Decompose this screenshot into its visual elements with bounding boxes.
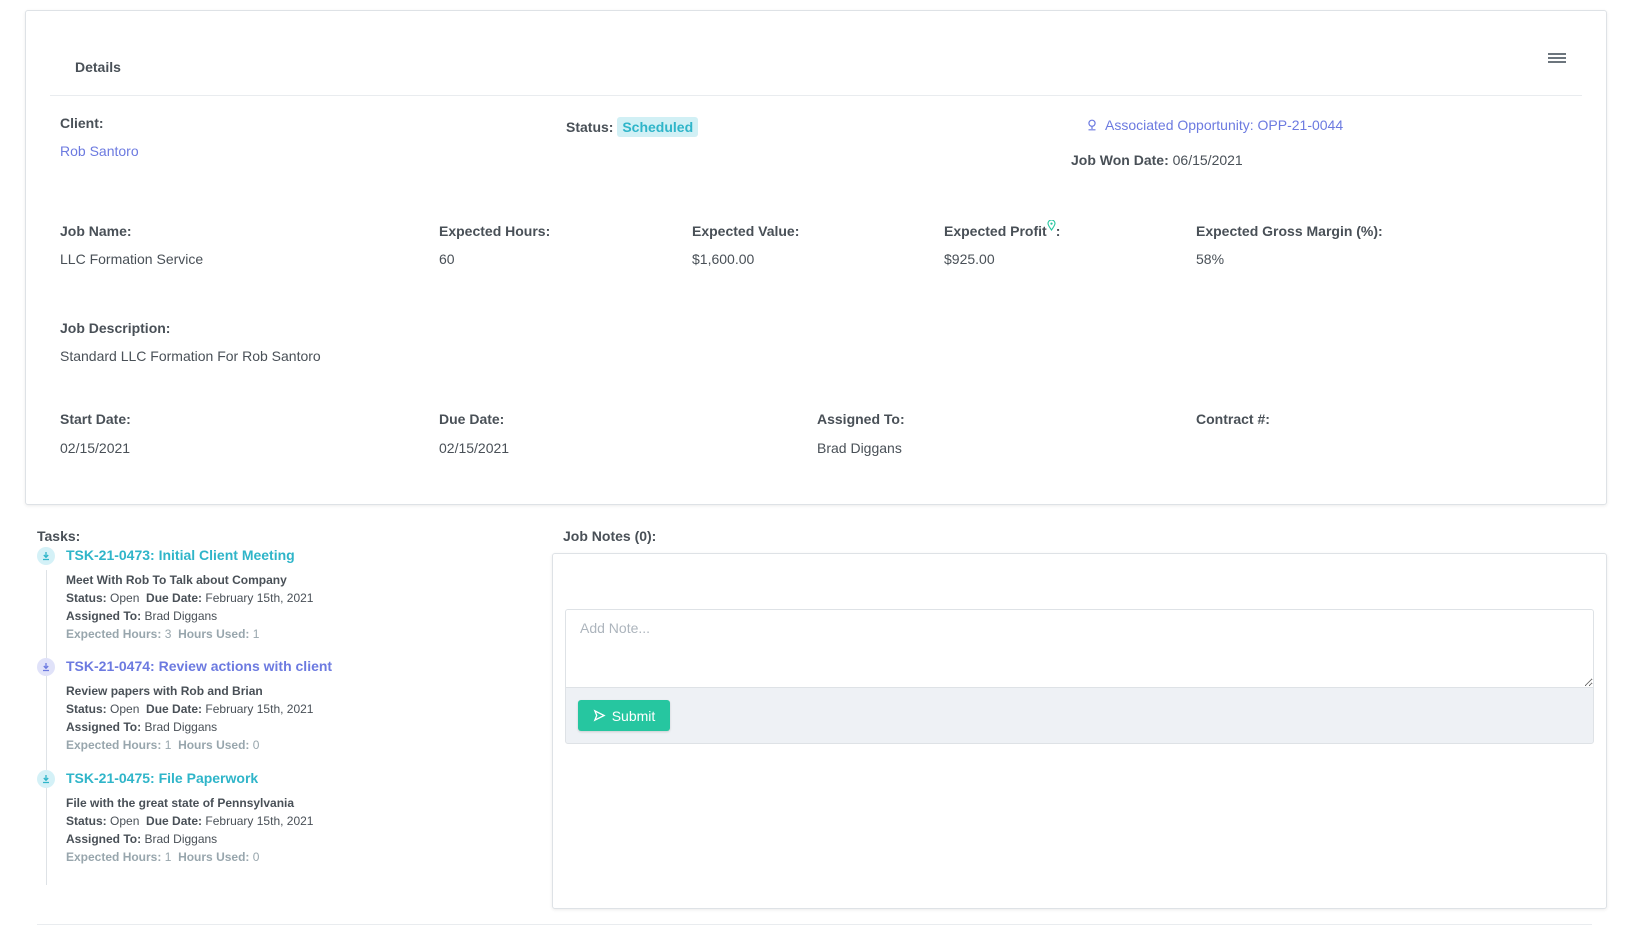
tasks-title: Tasks:: [37, 528, 81, 544]
expected-hours-label: Expected Hours:: [439, 223, 551, 239]
job-name-label: Job Name:: [60, 223, 132, 239]
task-assigned-line: Assigned To: Brad Diggans: [66, 832, 218, 846]
task-hours-line: Expected Hours: 3 Hours Used: 1: [66, 627, 260, 641]
task-hours-line: Expected Hours: 1 Hours Used: 0: [66, 850, 260, 864]
task-assigned-line: Assigned To: Brad Diggans: [66, 720, 218, 734]
details-title: Details: [75, 59, 121, 75]
start-date-value: 02/15/2021: [60, 440, 131, 456]
status-label: Status:: [566, 119, 614, 135]
due-date-label: Due Date:: [439, 411, 505, 427]
add-note-input[interactable]: [566, 610, 1593, 688]
associated-opportunity-label: Associated Opportunity: OPP-21-0044: [1105, 117, 1344, 133]
job-won-label: Job Won Date:: [1071, 152, 1169, 168]
download-icon[interactable]: [37, 547, 55, 565]
job-name-value: LLC Formation Service: [60, 251, 204, 267]
associated-opportunity-link[interactable]: Associated Opportunity: OPP-21-0044: [1085, 117, 1343, 133]
task-description: File with the great state of Pennsylvani…: [66, 796, 295, 810]
task-timeline: [46, 570, 47, 885]
task-status-line: Status: Open Due Date: February 15th, 20…: [66, 702, 314, 716]
note-form: Submit: [565, 609, 1594, 744]
hamburger-menu-icon[interactable]: [1548, 51, 1566, 67]
download-icon[interactable]: [37, 770, 55, 788]
task-title-link[interactable]: TSK-21-0474: Review actions with client: [66, 658, 332, 674]
job-notes-card: Submit: [552, 553, 1607, 909]
gross-margin-label: Expected Gross Margin (%):: [1196, 223, 1383, 239]
task-description: Review papers with Rob and Brian: [66, 684, 263, 698]
status-badge: Scheduled: [617, 117, 699, 137]
download-icon[interactable]: [37, 658, 55, 676]
job-description-value: Standard LLC Formation For Rob Santoro: [60, 348, 321, 364]
client-link[interactable]: Rob Santoro: [60, 143, 139, 159]
task-status-line: Status: Open Due Date: February 15th, 20…: [66, 814, 314, 828]
expected-value-label: Expected Value:: [692, 223, 800, 239]
task-description: Meet With Rob To Talk about Company: [66, 573, 287, 587]
bottom-divider: [37, 924, 1592, 925]
job-won-value: 06/15/2021: [1172, 152, 1243, 168]
expected-profit-value: $925.00: [944, 251, 995, 267]
expected-hours-value: 60: [439, 251, 455, 267]
contract-label: Contract #:: [1196, 411, 1270, 427]
client-label: Client:: [60, 115, 104, 131]
expected-profit-colon: :: [1055, 223, 1061, 239]
job-notes-title: Job Notes (0):: [563, 528, 657, 544]
expected-profit-label: Expected Profit: [944, 223, 1047, 239]
info-pin-icon[interactable]: [1047, 218, 1056, 234]
job-won-field: Job Won Date: 06/15/2021: [1071, 152, 1243, 168]
submit-label: Submit: [611, 707, 656, 724]
due-date-value: 02/15/2021: [439, 440, 510, 456]
expected-profit-field: Expected Profit:: [944, 219, 1061, 239]
status-field: Status: Scheduled: [566, 117, 699, 137]
task-assigned-line: Assigned To: Brad Diggans: [66, 609, 218, 623]
submit-button[interactable]: Submit: [578, 700, 670, 731]
assigned-to-value: Brad Diggans: [817, 440, 902, 456]
task-status-line: Status: Open Due Date: February 15th, 20…: [66, 591, 314, 605]
details-card: Details: [25, 10, 1607, 505]
gross-margin-value: 58%: [1196, 251, 1225, 267]
assigned-to-label: Assigned To:: [817, 411, 905, 427]
task-title-link[interactable]: TSK-21-0473: Initial Client Meeting: [66, 547, 295, 563]
start-date-label: Start Date:: [60, 411, 131, 427]
job-description-label: Job Description:: [60, 320, 171, 336]
send-icon: [593, 709, 606, 722]
task-hours-line: Expected Hours: 1 Hours Used: 0: [66, 738, 260, 752]
opportunity-icon: [1088, 119, 1096, 131]
task-title-link[interactable]: TSK-21-0475: File Paperwork: [66, 770, 258, 786]
details-divider: [50, 95, 1582, 96]
expected-value-value: $1,600.00: [692, 251, 755, 267]
